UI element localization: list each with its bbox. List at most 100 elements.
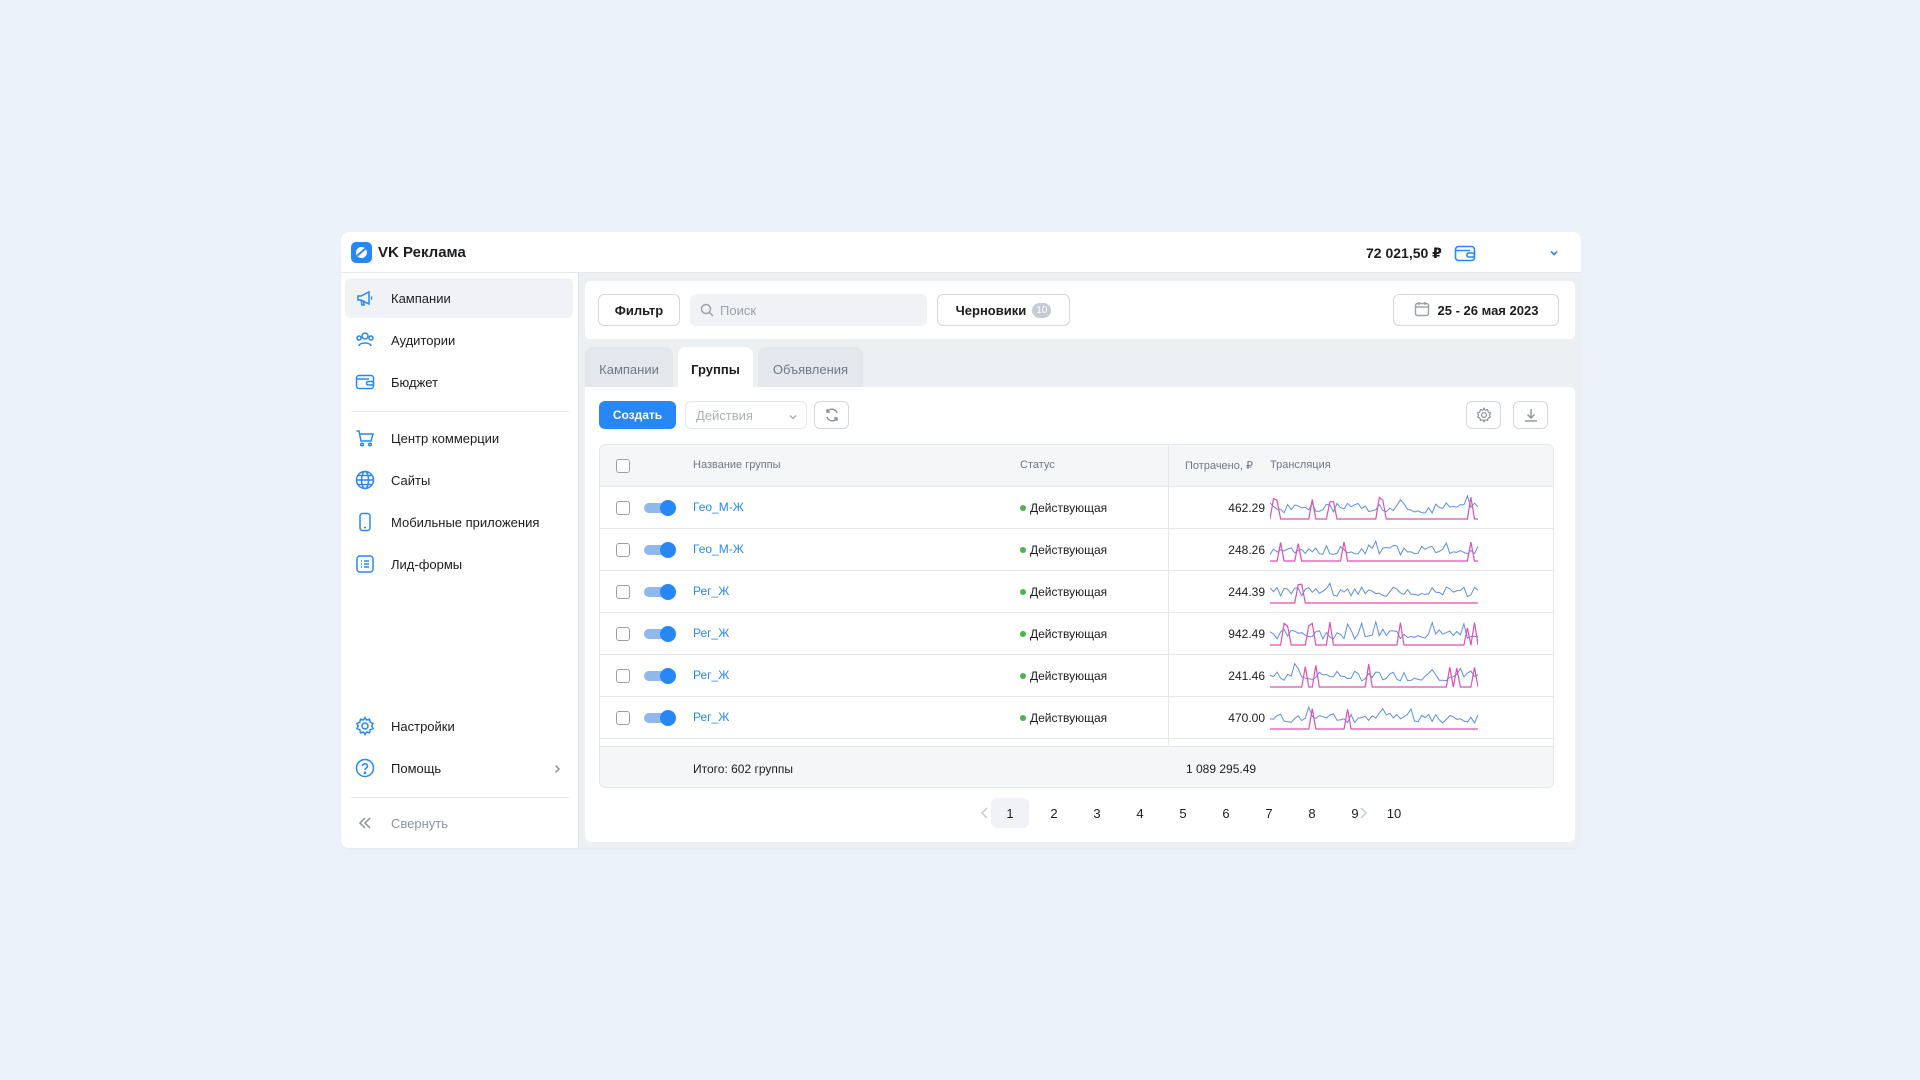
column-header-broadcast[interactable]: Трансляция bbox=[1270, 459, 1331, 471]
calendar-icon bbox=[1414, 301, 1438, 320]
account-menu-chevron-icon[interactable] bbox=[1548, 246, 1560, 264]
row-checkbox[interactable] bbox=[616, 501, 630, 515]
table-footer: Итого: 602 группы 1 089 295.49 bbox=[600, 746, 1553, 787]
vk-logo-icon[interactable] bbox=[351, 242, 372, 263]
help-icon bbox=[355, 758, 375, 778]
status-dot bbox=[1020, 547, 1026, 553]
chevron-down-icon bbox=[789, 414, 797, 420]
prev-page-icon[interactable] bbox=[979, 806, 991, 823]
group-name-link[interactable]: Рег_Ж bbox=[693, 626, 729, 640]
page-4-button[interactable]: 4 bbox=[1121, 798, 1159, 828]
sidebar-item-label: Сайты bbox=[391, 473, 431, 488]
filter-button[interactable]: Фильтр bbox=[598, 294, 680, 326]
table-row[interactable]: Гео_М-Ж Действующая 248.26 bbox=[600, 529, 1553, 571]
page-8-button[interactable]: 8 bbox=[1293, 798, 1331, 828]
filter-bar: Фильтр Черновики 10 25 - 26 мая 2023 bbox=[585, 281, 1575, 339]
group-name-link[interactable]: Рег_Ж bbox=[693, 584, 729, 598]
page-5-button[interactable]: 5 bbox=[1164, 798, 1202, 828]
row-checkbox[interactable] bbox=[616, 627, 630, 641]
pagination: 1 2 3 4 5 6 7 8 9 10 bbox=[585, 798, 1575, 830]
next-page-icon[interactable] bbox=[1357, 806, 1369, 823]
page-2-button[interactable]: 2 bbox=[1035, 798, 1073, 828]
create-button[interactable]: Создать bbox=[599, 401, 676, 429]
sidebar-item-settings[interactable]: Настройки bbox=[345, 706, 573, 746]
row-enable-toggle[interactable] bbox=[644, 542, 676, 558]
sidebar-item-audiences[interactable]: Аудитории bbox=[345, 320, 573, 360]
table-settings-button[interactable] bbox=[1466, 401, 1501, 429]
row-enable-toggle[interactable] bbox=[644, 500, 676, 516]
row-enable-toggle[interactable] bbox=[644, 626, 676, 642]
broadcast-sparkline bbox=[1269, 705, 1479, 730]
tab-ads[interactable]: Объявления bbox=[758, 347, 863, 391]
row-enable-toggle[interactable] bbox=[644, 584, 676, 600]
row-checkbox[interactable] bbox=[616, 669, 630, 683]
sidebar-item-mobile-apps[interactable]: Мобильные приложения bbox=[345, 502, 573, 542]
sidebar-item-budget[interactable]: Бюджет bbox=[345, 362, 573, 402]
search-icon bbox=[700, 303, 714, 322]
row-enable-toggle[interactable] bbox=[644, 668, 676, 684]
sidebar-item-campaigns[interactable]: Кампании bbox=[345, 278, 573, 318]
drafts-button[interactable]: Черновики 10 bbox=[937, 294, 1070, 326]
group-name-link[interactable]: Рег_Ж bbox=[693, 668, 729, 682]
download-button[interactable] bbox=[1513, 401, 1548, 429]
sidebar-item-label: Настройки bbox=[391, 719, 455, 734]
cart-icon bbox=[355, 428, 375, 448]
date-range-picker[interactable]: 25 - 26 мая 2023 bbox=[1393, 294, 1559, 326]
wallet-icon bbox=[355, 372, 375, 392]
table-row[interactable]: Рег_Ж Действующая 241.46 bbox=[600, 655, 1553, 697]
table-header: Название группы Статус Потрачено, ₽ Тран… bbox=[600, 445, 1553, 487]
sidebar-item-sites[interactable]: Сайты bbox=[345, 460, 573, 500]
search-input[interactable] bbox=[720, 302, 910, 318]
wallet-icon[interactable] bbox=[1454, 243, 1476, 268]
column-header-name[interactable]: Название группы bbox=[693, 459, 781, 471]
actions-dropdown[interactable]: Действия bbox=[685, 401, 807, 429]
sidebar-item-commerce-center[interactable]: Центр коммерции bbox=[345, 418, 573, 458]
page-3-button[interactable]: 3 bbox=[1078, 798, 1116, 828]
broadcast-sparkline bbox=[1269, 539, 1479, 562]
status-text: Действующая bbox=[1030, 585, 1108, 599]
sidebar-item-label: Мобильные приложения bbox=[391, 515, 540, 530]
row-checkbox[interactable] bbox=[616, 711, 630, 725]
select-all-checkbox[interactable] bbox=[616, 459, 630, 473]
row-checkbox[interactable] bbox=[616, 585, 630, 599]
sidebar-collapse-button[interactable]: Свернуть bbox=[345, 803, 573, 843]
status-text: Действующая bbox=[1030, 501, 1108, 515]
sidebar-item-label: Лид-формы bbox=[391, 557, 463, 572]
refresh-button[interactable] bbox=[814, 401, 849, 429]
globe-icon bbox=[355, 470, 375, 490]
table-row[interactable]: Гео_М-Ж Действующая 462.29 bbox=[600, 487, 1553, 529]
row-checkbox[interactable] bbox=[616, 543, 630, 557]
page-10-button[interactable]: 10 bbox=[1377, 798, 1411, 828]
total-spent: 1 089 295.49 bbox=[1186, 762, 1257, 776]
page-7-button[interactable]: 7 bbox=[1250, 798, 1288, 828]
account-balance[interactable]: 72 021,50 ₽ bbox=[1366, 245, 1442, 262]
group-name-link[interactable]: Гео_М-Ж bbox=[693, 542, 744, 556]
sidebar-item-help[interactable]: Помощь bbox=[345, 748, 573, 788]
sidebar-divider bbox=[351, 411, 569, 412]
spent-value: 244.39 bbox=[1228, 585, 1265, 599]
page-6-button[interactable]: 6 bbox=[1207, 798, 1245, 828]
tab-campaigns[interactable]: Кампании bbox=[585, 347, 673, 391]
smartphone-icon bbox=[355, 512, 375, 532]
sidebar-item-lead-forms[interactable]: Лид-формы bbox=[345, 544, 573, 584]
spent-value: 241.46 bbox=[1228, 669, 1265, 683]
page-1-button[interactable]: 1 bbox=[991, 798, 1029, 828]
column-header-spent[interactable]: Потрачено, ₽ bbox=[1185, 459, 1253, 472]
groups-panel: Создать Действия Название группы Статус … bbox=[585, 387, 1575, 842]
form-list-icon bbox=[355, 554, 375, 574]
chevron-right-icon bbox=[551, 762, 563, 780]
status-dot bbox=[1020, 505, 1026, 511]
sidebar-item-label: Бюджет bbox=[391, 375, 439, 390]
row-enable-toggle[interactable] bbox=[644, 710, 676, 726]
status-dot bbox=[1020, 715, 1026, 721]
actions-placeholder: Действия bbox=[696, 407, 753, 423]
tab-groups[interactable]: Группы bbox=[678, 347, 753, 391]
group-name-link[interactable]: Гео_М-Ж bbox=[693, 500, 744, 514]
table-row[interactable]: Рег_Ж Действующая 244.39 bbox=[600, 571, 1553, 613]
table-row[interactable]: Рег_Ж Действующая 942.49 bbox=[600, 613, 1553, 655]
table-row[interactable]: Рег_Ж Действующая 470.00 bbox=[600, 697, 1553, 739]
collapse-label: Свернуть bbox=[391, 816, 449, 831]
group-name-link[interactable]: Рег_Ж bbox=[693, 710, 729, 724]
megaphone-icon bbox=[355, 288, 375, 308]
column-header-status[interactable]: Статус bbox=[1020, 459, 1055, 471]
